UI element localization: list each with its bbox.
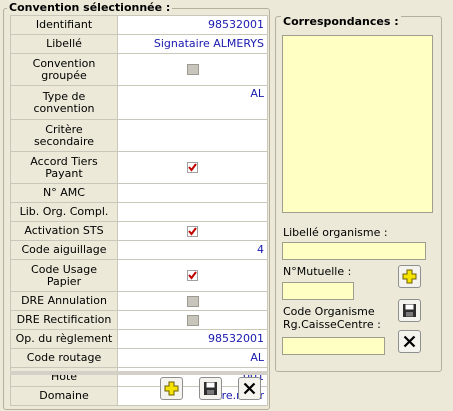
grid-row-critere-secondaire[interactable]: Critère secondaire <box>10 119 268 152</box>
identifiant-value[interactable]: 98532001 <box>117 15 268 35</box>
x-icon <box>243 382 256 395</box>
row-label: Code Usage Papier <box>10 259 118 292</box>
convention-title: Convention sélectionnée : <box>7 1 173 14</box>
row-label: Convention groupée <box>10 53 118 86</box>
libelle-value[interactable]: Signataire ALMERYS <box>117 34 268 54</box>
grid-row-dre-annulation[interactable]: DRE Annulation <box>10 291 268 311</box>
accord-tiers-payant-checkbox[interactable] <box>187 162 198 173</box>
grid-scrollbar[interactable] <box>10 371 268 375</box>
convention-groupee-checkbox[interactable] <box>186 64 199 75</box>
grid-row-convention-groupee[interactable]: Convention groupée <box>10 53 268 86</box>
code-organisme-label: Code Organisme <box>283 305 375 318</box>
grid-row-activation-sts[interactable]: Activation STS <box>10 221 268 241</box>
grid-row-code-aiguillage[interactable]: Code aiguillage 4 <box>10 240 268 260</box>
row-label: Libellé <box>10 34 118 54</box>
row-label: N° AMC <box>10 183 118 203</box>
grid-row-accord-tiers-payant[interactable]: Accord Tiers Payant <box>10 151 268 184</box>
floppy-disk-icon <box>403 304 416 317</box>
correspondances-list[interactable] <box>282 35 433 213</box>
op-reglement-value[interactable]: 98532001 <box>117 329 268 349</box>
grid-row-domaine[interactable]: Domaine dre.rss.fr <box>10 386 268 406</box>
dre-rectification-checkbox[interactable] <box>186 314 199 326</box>
grid-row-n-amc[interactable]: N° AMC <box>10 183 268 203</box>
row-label: DRE Annulation <box>10 291 118 311</box>
add-correspondance-button[interactable] <box>398 265 421 288</box>
row-label: Accord Tiers Payant <box>10 151 118 184</box>
row-label: Activation STS <box>10 221 118 241</box>
code-usage-papier-cell[interactable] <box>117 259 268 292</box>
dre-annulation-cell[interactable] <box>117 291 268 311</box>
grid-row-type-convention[interactable]: Type de convention AL <box>10 85 268 120</box>
add-convention-button[interactable] <box>160 377 183 400</box>
save-correspondance-button[interactable] <box>398 299 421 322</box>
dre-annulation-checkbox[interactable] <box>186 295 199 307</box>
grid-row-code-usage-papier[interactable]: Code Usage Papier <box>10 259 268 292</box>
row-label: Critère secondaire <box>10 119 118 152</box>
convention-groupee-cell[interactable] <box>117 53 268 86</box>
row-label: Domaine <box>10 386 118 406</box>
row-label: DRE Rectification <box>10 310 118 330</box>
delete-convention-button[interactable] <box>238 377 261 400</box>
row-label: Identifiant <box>10 15 118 35</box>
convention-grid: Identifiant 98532001 Libellé Signataire … <box>10 15 268 406</box>
libelle-organisme-label: Libellé organisme : <box>283 226 388 239</box>
floppy-disk-icon <box>204 382 217 395</box>
grid-row-code-routage[interactable]: Code routage AL <box>10 348 268 368</box>
checkmark-icon <box>188 226 197 236</box>
delete-correspondance-button[interactable] <box>398 330 421 353</box>
lib-org-compl-value[interactable] <box>117 202 268 222</box>
mutuelle-label: N°Mutuelle : <box>283 265 352 278</box>
row-label: Code aiguillage <box>10 240 118 260</box>
plus-icon <box>402 269 417 284</box>
x-icon <box>403 335 416 348</box>
code-aiguillage-value[interactable]: 4 <box>117 240 268 260</box>
dre-rectification-cell[interactable] <box>117 310 268 330</box>
activation-sts-checkbox[interactable] <box>187 225 198 237</box>
activation-sts-cell[interactable] <box>117 221 268 241</box>
critere-secondaire-value[interactable] <box>117 119 268 152</box>
plus-icon <box>164 381 179 396</box>
code-organisme-input[interactable] <box>282 337 385 355</box>
type-convention-value[interactable]: AL <box>117 85 268 120</box>
grid-row-dre-rectification[interactable]: DRE Rectification <box>10 310 268 330</box>
caisse-centre-label: Rg.CaisseCentre : <box>283 318 381 331</box>
correspondances-title: Correspondances : <box>281 15 401 28</box>
grid-row-identifiant[interactable]: Identifiant 98532001 <box>10 15 268 35</box>
row-label: Op. du règlement <box>10 329 118 349</box>
row-label: Code routage <box>10 348 118 368</box>
code-usage-papier-checkbox[interactable] <box>187 270 198 281</box>
checkmark-icon <box>188 271 197 280</box>
grid-row-lib-org-compl[interactable]: Lib. Org. Compl. <box>10 202 268 222</box>
code-routage-value[interactable]: AL <box>117 348 268 368</box>
mutuelle-input[interactable] <box>282 282 354 300</box>
grid-row-libelle[interactable]: Libellé Signataire ALMERYS <box>10 34 268 54</box>
accord-tiers-payant-cell[interactable] <box>117 151 268 184</box>
checkmark-icon <box>188 163 197 172</box>
row-label: Type de convention <box>10 85 118 120</box>
grid-row-op-reglement[interactable]: Op. du règlement 98532001 <box>10 329 268 349</box>
libelle-organisme-input[interactable] <box>282 242 426 260</box>
row-label: Lib. Org. Compl. <box>10 202 118 222</box>
n-amc-value[interactable] <box>117 183 268 203</box>
save-convention-button[interactable] <box>199 377 222 400</box>
